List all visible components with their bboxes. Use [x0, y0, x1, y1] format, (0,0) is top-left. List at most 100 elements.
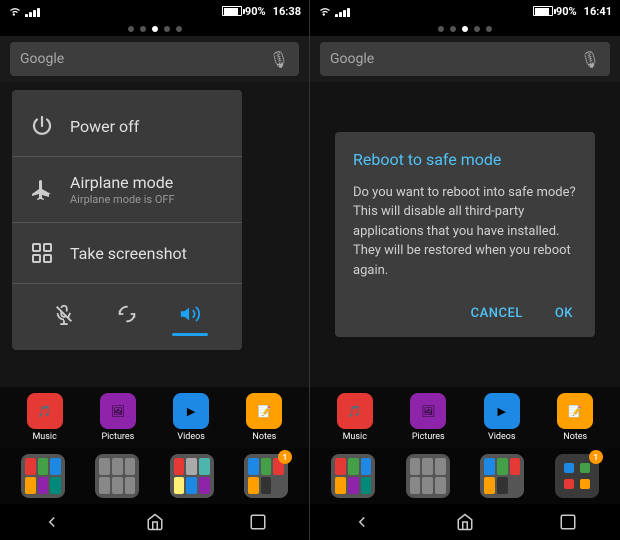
app-icons-row-right: 🎵 Music 🖼 Pictures ▶ Videos 📝 Notes — [310, 387, 620, 448]
airplane-mode-item[interactable]: Airplane mode Airplane mode is OFF — [12, 159, 242, 220]
volume-btn[interactable] — [172, 296, 208, 332]
airplane-subtext: Airplane mode is OFF — [70, 193, 175, 206]
rmini-5 — [348, 477, 359, 494]
dock-folder-r4[interactable]: 1 — [555, 454, 599, 498]
pictures-label: Pictures — [101, 432, 134, 442]
back-button-right[interactable] — [348, 508, 376, 536]
wallpaper: Power off Airplane mode Airplane mode is… — [0, 82, 309, 387]
battery-icon-right — [533, 6, 553, 16]
dock-folder-4[interactable]: 1 — [244, 454, 288, 498]
dot-r3 — [462, 26, 468, 32]
app-notes[interactable]: 📝 Notes — [238, 393, 290, 442]
rmini-17 — [497, 477, 508, 494]
status-bar-right: 90% 16:41 — [310, 0, 620, 22]
rmini-18 — [510, 477, 521, 494]
power-menu: Power off Airplane mode Airplane mode is… — [12, 90, 242, 350]
nav-bar-left — [0, 504, 309, 540]
rotate-btn[interactable] — [109, 296, 145, 332]
rmini-3 — [361, 458, 372, 475]
rmini-15 — [510, 458, 521, 475]
app-pictures-right[interactable]: 🖼 Pictures — [402, 393, 454, 442]
pictures-icon: 🖼 — [100, 393, 136, 429]
menu-divider-3 — [12, 283, 242, 284]
dot-3 — [152, 26, 158, 32]
dock-folder-r2[interactable] — [406, 454, 450, 498]
dots-indicator — [0, 22, 309, 36]
mini-icon-18 — [199, 477, 210, 494]
mic-icon-right[interactable]: 🎙 — [580, 50, 600, 69]
mic-icon[interactable]: 🎙 — [269, 50, 289, 69]
app-pictures[interactable]: 🖼 Pictures — [92, 393, 144, 442]
recents-button-left[interactable] — [244, 508, 272, 536]
wifi-icon — [8, 5, 22, 17]
dock-right: 1 — [310, 448, 620, 504]
dock-left: 1 — [0, 448, 309, 504]
left-screen: 90% 16:38 Google 🎙 — [0, 0, 310, 540]
mini-icon-19 — [248, 458, 259, 475]
recents-button-right[interactable] — [554, 508, 582, 536]
notes-icon-right: 📝 — [557, 393, 593, 429]
airplane-icon — [28, 176, 56, 204]
safe-mode-dialog: Reboot to safe mode Do you want to reboo… — [335, 132, 595, 338]
wallpaper-right: Reboot to safe mode Do you want to reboo… — [310, 82, 620, 387]
cancel-button[interactable]: Cancel — [467, 300, 527, 327]
status-bar-left: 90% 16:38 — [0, 0, 309, 22]
screenshot-label: Take screenshot — [70, 244, 187, 263]
mini-icon-5 — [38, 477, 49, 494]
dot-5 — [176, 26, 182, 32]
dock-folder-2[interactable] — [95, 454, 139, 498]
dialog-title: Reboot to safe mode — [353, 150, 577, 169]
mini-icon-20 — [261, 458, 272, 475]
mute-btn[interactable] — [46, 296, 82, 332]
ok-button[interactable]: OK — [551, 300, 577, 327]
mini-icon-3 — [50, 458, 61, 475]
time-display-right: 16:41 — [584, 5, 612, 18]
app-videos[interactable]: ▶ Videos — [165, 393, 217, 442]
dock-folder-r3[interactable] — [480, 454, 524, 498]
screenshot-item[interactable]: Take screenshot — [12, 225, 242, 281]
back-button-left[interactable] — [38, 508, 66, 536]
search-text: Google — [20, 51, 269, 67]
dock-folder-r1[interactable] — [331, 454, 375, 498]
badge-count-right: 1 — [589, 450, 603, 464]
quick-settings-row — [12, 286, 242, 342]
app-notes-right[interactable]: 📝 Notes — [549, 393, 601, 442]
dialog-body: Do you want to reboot into safe mode? Th… — [353, 183, 577, 281]
mini-icon-6 — [50, 477, 61, 494]
dock-folder-1[interactable] — [21, 454, 65, 498]
music-label-right: Music — [343, 432, 367, 442]
rmini-9 — [435, 458, 446, 475]
signal-icon-right — [335, 5, 350, 17]
mini-icon-1 — [25, 458, 36, 475]
app-videos-right[interactable]: ▶ Videos — [476, 393, 528, 442]
dock-folder-3[interactable] — [170, 454, 214, 498]
power-off-item[interactable]: Power off — [12, 98, 242, 154]
music-label: Music — [32, 432, 56, 442]
app-music[interactable]: 🎵 Music — [19, 393, 71, 442]
wifi-icon-right — [318, 5, 332, 17]
rmini-16 — [484, 477, 495, 494]
dialog-overlay: Reboot to safe mode Do you want to reboo… — [310, 82, 620, 387]
music-icon: 🎵 — [27, 393, 63, 429]
mini-icon-11 — [112, 477, 123, 494]
search-bar[interactable]: Google 🎙 — [10, 42, 299, 76]
mini-icon-7 — [99, 458, 110, 475]
rmini-11 — [422, 477, 433, 494]
videos-icon: ▶ — [173, 393, 209, 429]
mini-icon-17 — [186, 477, 197, 494]
pictures-label-right: Pictures — [412, 432, 445, 442]
battery-percent: 90% — [245, 5, 266, 18]
mini-icon-24 — [273, 477, 284, 494]
rmini-7 — [410, 458, 421, 475]
home-button-left[interactable] — [141, 508, 169, 536]
dot-r2 — [450, 26, 456, 32]
dot-2 — [140, 26, 146, 32]
home-button-right[interactable] — [451, 508, 479, 536]
dots-indicator-right — [310, 22, 620, 36]
mini-icon-16 — [174, 477, 185, 494]
videos-label-right: Videos — [488, 432, 516, 442]
badge-count-left: 1 — [278, 450, 292, 464]
search-bar-right[interactable]: Google 🎙 — [320, 42, 610, 76]
app-music-right[interactable]: 🎵 Music — [329, 393, 381, 442]
mini-icon-8 — [112, 458, 123, 475]
